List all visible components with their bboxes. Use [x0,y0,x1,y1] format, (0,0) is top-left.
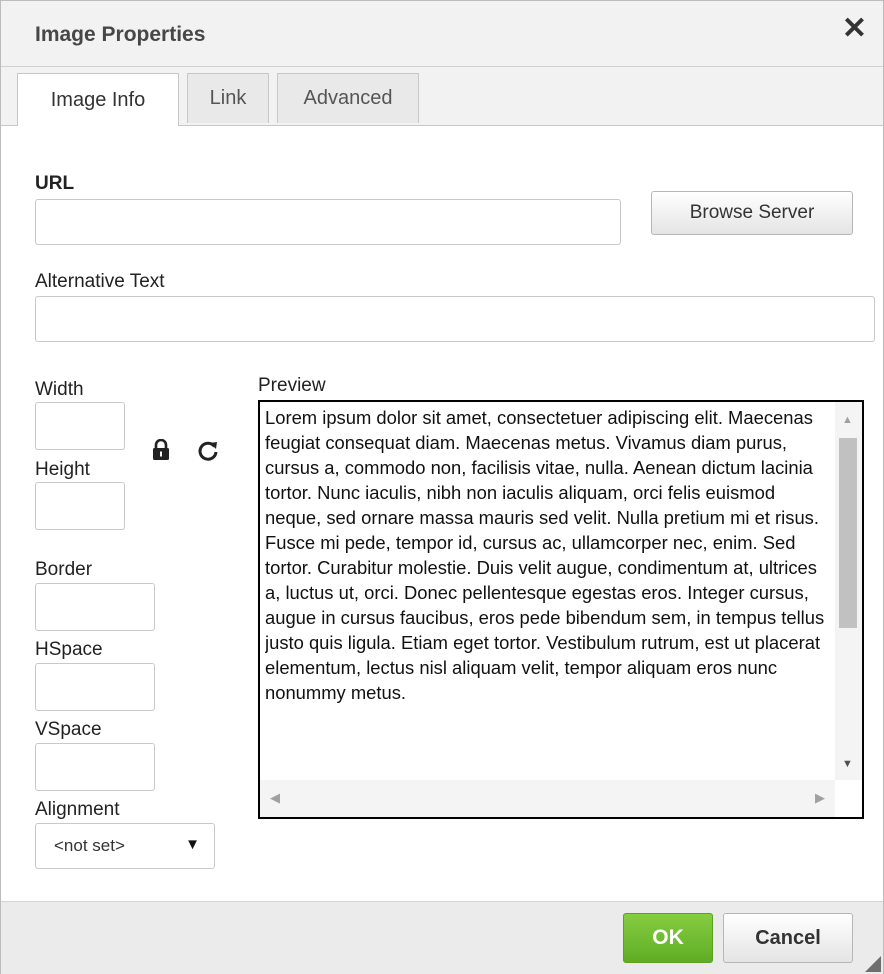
preview-horizontal-scrollbar[interactable]: ◀ ▶ [260,780,835,817]
border-input[interactable] [35,583,155,631]
width-input[interactable] [35,402,125,450]
hspace-input[interactable] [35,663,155,711]
scroll-down-icon[interactable]: ▼ [842,758,853,770]
url-label: URL [35,173,75,194]
image-properties-dialog: Image Properties ✕ Image Info Link Advan… [0,0,884,974]
close-icon[interactable]: ✕ [842,14,867,44]
preview-box[interactable]: Lorem ipsum dolor sit amet, consectetuer… [258,400,864,819]
alignment-label: Alignment [35,799,120,820]
dialog-footer: OK Cancel [1,901,883,974]
preview-vertical-scrollbar[interactable]: ▲ ▼ [835,402,862,780]
dialog-titlebar[interactable]: Image Properties ✕ [1,1,883,67]
width-label: Width [35,379,84,400]
alignment-select[interactable]: <not set> ▼ [35,823,215,869]
lock-icon[interactable] [152,439,170,461]
alternative-text-input[interactable] [35,296,875,342]
resize-grip-icon[interactable] [865,956,881,972]
dialog-title: Image Properties [35,23,206,46]
cancel-button[interactable]: Cancel [723,913,853,963]
alignment-value: <not set> [54,836,125,855]
chevron-down-icon: ▼ [185,836,200,853]
scroll-left-icon[interactable]: ◀ [270,790,280,806]
preview-label: Preview [258,375,326,396]
height-label: Height [35,459,90,480]
preview-text: Lorem ipsum dolor sit amet, consectetuer… [265,407,825,703]
vspace-label: VSpace [35,719,102,740]
alternative-text-label: Alternative Text [35,271,165,292]
scroll-thumb[interactable] [839,438,857,628]
vspace-input[interactable] [35,743,155,791]
ok-button[interactable]: OK [623,913,713,963]
reset-size-icon[interactable] [197,439,219,461]
tab-image-info[interactable]: Image Info [17,73,179,126]
scroll-up-icon[interactable]: ▲ [842,414,853,426]
tab-advanced[interactable]: Advanced [277,73,419,123]
hspace-label: HSpace [35,639,103,660]
url-input[interactable] [35,199,621,245]
browse-server-button[interactable]: Browse Server [651,191,853,235]
tab-link[interactable]: Link [187,73,269,123]
height-input[interactable] [35,482,125,530]
scroll-right-icon[interactable]: ▶ [815,790,825,806]
tab-bar: Image Info Link Advanced [1,67,883,126]
border-label: Border [35,559,93,580]
